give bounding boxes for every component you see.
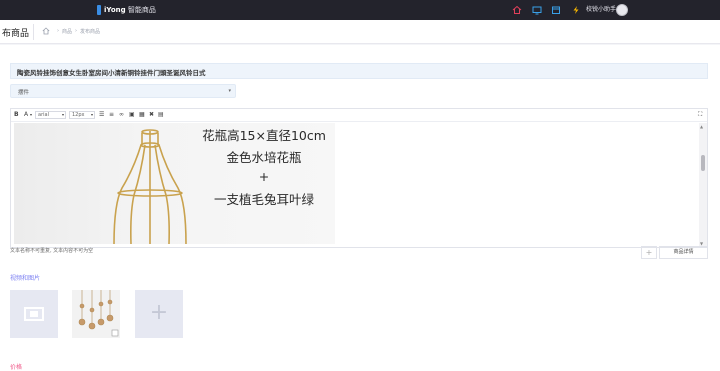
scrollbar-thumb[interactable] — [701, 155, 705, 171]
caption-line-3: + — [258, 169, 270, 184]
lightning-icon[interactable] — [571, 5, 581, 15]
caption-line-1: 花瓶高15×直径10cm — [202, 128, 326, 143]
editor-toolbar: B A ▾ arial ▾ 12px ▾ ☰ ≡ ∞ ▣ ▦ ✖ ▤ ⛶ — [11, 109, 707, 122]
product-name-value: 陶瓷风铃挂饰创意女生卧室房间小清新铜铃挂件门頭圣诞风铃日式 — [17, 69, 206, 77]
table-icon[interactable]: ▦ — [139, 111, 145, 119]
chevron-down-icon: ▾ — [91, 112, 94, 117]
top-navbar: iYong 智能商品 校锐小助手 — [0, 0, 720, 20]
rich-text-editor[interactable]: B A ▾ arial ▾ 12px ▾ ☰ ≡ ∞ ▣ ▦ ✖ ▤ ⛶ 花瓶高… — [10, 108, 708, 248]
product-detail-image: 花瓶高15×直径10cm 金色水培花瓶 + 一支植毛兔耳叶绿 — [14, 123, 335, 244]
user-avatar[interactable] — [616, 4, 628, 16]
caption-line-2: 金色水培花瓶 — [226, 150, 302, 165]
store-icon[interactable] — [551, 5, 561, 15]
price-section-label: 价格 — [10, 364, 23, 371]
main-content: 陶瓷风铃挂饰创意女生卧室房间小清新铜铃挂件门頭圣诞风铃日式 摆件 ▾ B A ▾… — [0, 45, 720, 371]
image-icon[interactable]: ▣ — [129, 111, 135, 119]
home-icon[interactable] — [512, 5, 522, 15]
category-select-value: 摆件 — [18, 90, 30, 96]
logo-mark — [97, 5, 101, 15]
video-tile[interactable] — [10, 290, 58, 338]
home-icon[interactable] — [42, 27, 50, 35]
chevron-down-icon: ▾ — [228, 88, 231, 94]
caption-line-4: 一支植毛兔耳叶绿 — [213, 192, 314, 207]
clear-format-icon[interactable]: ✖ — [149, 111, 154, 119]
scroll-up-icon[interactable]: ▲ — [700, 124, 703, 129]
bold-icon[interactable]: B — [14, 111, 19, 119]
media-section-label: 视频和图片 — [10, 275, 41, 282]
user-name[interactable]: 校锐小助手 — [586, 5, 616, 15]
link-icon[interactable]: ∞ — [119, 111, 124, 119]
editor-scrollbar[interactable]: ▲ ▼ — [699, 123, 707, 247]
add-text-button[interactable]: + — [641, 246, 657, 259]
code-icon[interactable]: ▤ — [158, 111, 164, 119]
editor-hint-text: 文本名称不可重复, 文本内容不可为空 — [10, 248, 94, 254]
product-name-field[interactable]: 陶瓷风铃挂饰创意女生卧室房间小清新铜铃挂件门頭圣诞风铃日式 — [10, 63, 708, 79]
divider — [33, 24, 34, 40]
logo-brand: iYong — [104, 6, 126, 14]
breadcrumb-item-products[interactable]: 商品 — [62, 28, 72, 35]
breadcrumb-bar: 布商品 › 商品 › 发布商品 — [0, 20, 720, 44]
list-icon[interactable]: ≡ — [109, 111, 114, 119]
page-title: 布商品 — [2, 29, 30, 39]
fullscreen-icon[interactable]: ⛶ — [698, 111, 702, 119]
chevron-down-icon: ▾ — [62, 112, 65, 117]
wind-chime-photo — [78, 290, 119, 337]
logo-suffix: 智能商品 — [127, 6, 156, 14]
video-icon — [24, 307, 44, 321]
chevron-down-icon[interactable]: ▾ — [30, 111, 32, 119]
align-left-icon[interactable]: ☰ — [99, 111, 104, 119]
category-select[interactable]: 摆件 ▾ — [10, 84, 236, 98]
product-detail-button[interactable]: 商品详情 — [659, 246, 708, 259]
product-image-thumbnail[interactable] — [72, 290, 120, 338]
breadcrumb-item-publish: 发布商品 — [80, 29, 101, 35]
add-media-button[interactable]: + — [135, 290, 183, 338]
monitor-icon[interactable] — [532, 5, 542, 15]
font-color-icon[interactable]: A — [24, 111, 28, 119]
app-logo[interactable]: iYong 智能商品 — [97, 4, 156, 16]
breadcrumb: › 商品 › 发布商品 — [57, 28, 101, 35]
